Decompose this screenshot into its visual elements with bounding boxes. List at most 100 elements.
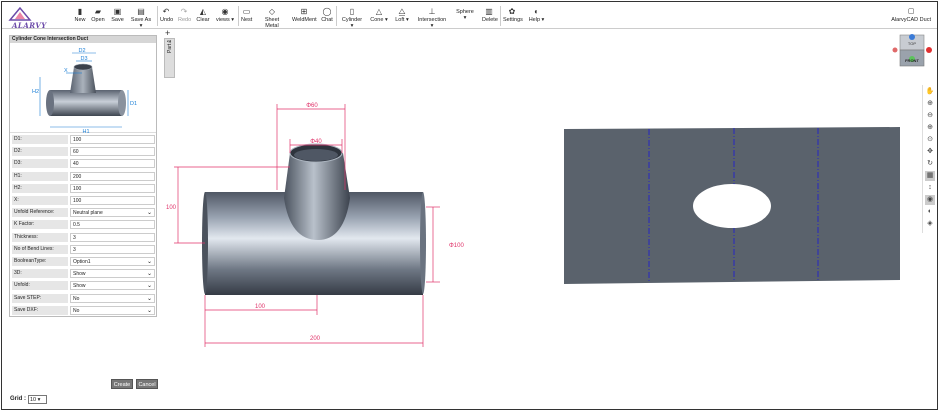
visibility-eye-icon[interactable]: ◉ [925,195,935,205]
loft-button[interactable]: ⧋ Loft ▾ [394,7,410,27]
parameter-input[interactable]: 60 [70,147,155,157]
brand-name: ALARVY [12,21,47,30]
dim-d40: Φ40 [310,139,322,145]
window-icon: ▢ [907,8,915,15]
chat-button[interactable]: ◯ Chat [321,7,333,27]
nest-icon: ▭ [242,7,251,16]
redo-button[interactable]: ↷ Redo [178,7,191,27]
sphere-button[interactable]: Sphere ▾ [454,9,476,29]
parameter-row: K Factor: 0.5 [12,220,155,230]
preview-label-d2: D2 [78,48,85,54]
cylinder-button[interactable]: ▯ Cylinder ▾ [340,7,364,29]
parameter-input[interactable]: 200 [70,171,155,181]
save-as-button[interactable]: ▤ Save As ▾ [129,7,153,29]
parameter-row: Save DXF: No ⌄ [12,305,155,316]
chevron-down-icon: ▾ [37,397,41,403]
grid-size-select[interactable]: 10 ▾ [28,395,47,404]
undo-icon: ↶ [162,7,170,16]
product-badge: ▢ AlarvyCAD Duct [891,8,931,23]
eraser-icon: ◭ [199,7,207,16]
parameter-row: 3D: Show ⌄ [12,269,155,279]
add-part-button[interactable]: + [165,28,170,38]
parameter-select[interactable]: Option1 ⌄ [70,257,155,266]
intersection-button[interactable]: ⊥ Intersection ▾ [416,7,448,29]
zoom-window-icon[interactable]: ⊕ [925,123,935,133]
parameter-label: H1: [12,171,68,181]
parameter-label: X: [12,196,68,205]
views-button[interactable]: ◉ views ▾ [215,7,235,27]
parameter-select[interactable]: No ⌄ [70,305,155,315]
chevron-down-icon: ⌄ [146,210,152,217]
parameter-input[interactable]: 3 [70,244,155,254]
parameter-input[interactable]: 0.5 [70,220,155,230]
move-icon[interactable]: ✥ [925,147,935,157]
weldment-icon: ⊞ [300,7,308,16]
view-cube[interactable]: TOP FRONT [892,32,936,72]
delete-button[interactable]: ▥ Delete [482,7,498,27]
weldment-button[interactable]: ⊞ WeldMent [292,7,317,27]
view-cube-front: FRONT [905,58,919,63]
toolbar: ALARVY ▮ New ▰ Open ▣ Save ▤ Save As ▾ ↶ Undo… [2,2,937,30]
parameter-select[interactable]: Show ⌄ [70,269,155,279]
views-icon: ◉ [221,7,229,16]
rotate-icon[interactable]: ↻ [925,159,935,169]
parameter-label: Save DXF: [12,305,68,315]
open-button[interactable]: ▰ Open [91,7,105,27]
parameter-label: K Factor: [12,220,68,230]
new-button[interactable]: ▮ New [74,7,86,27]
tab-part-1[interactable]: Part 1 × [164,38,175,78]
help-icon: ◐ [534,7,539,16]
parameter-label: No of Bend Lines: [12,244,68,254]
material-icon[interactable]: ◈ [925,219,935,229]
cancel-button[interactable]: Cancel [136,379,158,389]
preview-label-x: X [64,68,68,74]
parameter-label: Unfold Reference: [12,208,68,218]
help-button[interactable]: ◐ Help ▾ [528,7,545,27]
pan-hand-icon[interactable]: ✋ [925,87,935,97]
preview-label-h2: H2 [32,89,39,95]
save-button[interactable]: ▣ Save [111,7,124,27]
sheet-metal-button[interactable]: ◇ Sheet Metal [258,7,286,29]
duct-preview: D2 D3 X H2 D1 H1 [10,43,156,135]
new-file-icon: ▮ [77,7,83,16]
preview-label-d3: D3 [80,56,87,62]
preview-label-d1: D1 [130,101,137,107]
unfold-view[interactable] [560,120,905,290]
parameter-input[interactable]: 100 [70,196,155,205]
parameter-input[interactable]: 100 [70,183,155,193]
parameter-input[interactable]: 40 [70,159,155,169]
create-button[interactable]: Create [111,379,133,389]
zoom-fit-icon[interactable]: ⊙ [925,135,935,145]
parameter-row: D3: 40 [12,159,155,169]
parameter-input[interactable]: 3 [70,232,155,242]
parameter-select[interactable]: Neutral plane ⌄ [70,208,155,218]
loft-icon: ⧋ [398,7,406,16]
redo-icon: ↷ [180,7,188,16]
intersection-hole [693,184,771,228]
trash-icon: ▥ [485,7,493,16]
chevron-down-icon: ⌄ [146,259,152,265]
zoom-out-icon[interactable]: ⊖ [925,111,935,121]
axis-icon[interactable]: ↕ [925,183,935,193]
parameter-row: H2: 100 [12,183,155,194]
preview-label-h1: H1 [82,129,89,133]
toolbar-divider [238,6,239,26]
gear-icon: ✿ [508,7,516,16]
model-3d-view[interactable]: Φ60 Φ40 100 Φ100 100 200 [160,95,500,365]
parameter-select[interactable]: Show ⌄ [70,281,155,291]
undo-button[interactable]: ↶ Undo [160,7,173,27]
parameter-row: X: 100 [12,196,155,206]
parameter-row: D2: 60 [12,147,155,157]
dim-length-200: 200 [310,336,321,342]
settings-button[interactable]: ✿ Settings [503,7,523,27]
nest-button[interactable]: ▭ Nest [241,7,252,27]
cone-button[interactable]: △ Cone ▾ [370,7,388,27]
close-tab-icon[interactable]: × [168,40,172,46]
shading-icon[interactable]: ◐ [925,207,935,217]
grid-toggle-icon[interactable]: ▦ [925,171,935,181]
clear-button[interactable]: ◭ Clear [196,7,210,27]
parameter-input[interactable]: 100 [70,135,155,144]
parameter-row: No of Bend Lines: 3 [12,244,155,255]
zoom-in-icon[interactable]: ⊕ [925,99,935,109]
parameter-select[interactable]: No ⌄ [70,293,155,303]
